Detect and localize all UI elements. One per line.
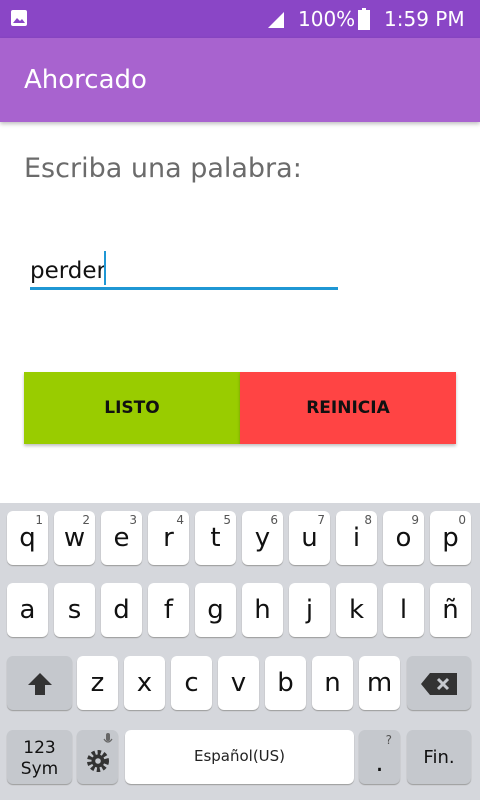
key-label: h [254, 595, 271, 625]
key-i[interactable]: 8i [336, 511, 377, 565]
key-j[interactable]: j [289, 583, 330, 637]
key-label: a [19, 595, 36, 625]
key-v[interactable]: v [218, 656, 259, 710]
key-label: j [305, 595, 314, 625]
done-label: Fin. [423, 747, 455, 768]
image-icon [11, 10, 27, 26]
key-z[interactable]: z [77, 656, 118, 710]
key-p[interactable]: 0p [430, 511, 471, 565]
key-label: q [19, 523, 36, 553]
key-n-tilde[interactable]: ñ [430, 583, 471, 637]
key-q[interactable]: 1q [7, 511, 48, 565]
text-cursor [104, 251, 106, 285]
key-n[interactable]: n [312, 656, 353, 710]
key-label: p [442, 523, 459, 553]
status-bar: 100% 1:59 PM [0, 0, 480, 38]
battery-icon [358, 8, 370, 30]
key-h[interactable]: h [242, 583, 283, 637]
key-y[interactable]: 6y [242, 511, 283, 565]
shift-key[interactable] [7, 656, 72, 710]
key-label: x [136, 668, 153, 698]
key-label: t [210, 523, 221, 553]
key-label: d [113, 595, 130, 625]
key-d[interactable]: d [101, 583, 142, 637]
key-label: w [63, 523, 86, 553]
key-label: ñ [442, 595, 459, 625]
key-label: n [324, 668, 341, 698]
key-label: l [399, 595, 408, 625]
key-label: u [301, 523, 318, 553]
key-r[interactable]: 4r [148, 511, 189, 565]
key-label: y [254, 523, 271, 553]
symbols-key[interactable]: 123 Sym [7, 730, 72, 784]
shift-icon [28, 673, 52, 695]
key-label: g [207, 595, 224, 625]
key-label: m [366, 668, 393, 698]
app-bar: Ahorcado [0, 38, 480, 122]
question-hint-icon: ? [385, 733, 392, 747]
signal-icon [268, 12, 284, 28]
done-key[interactable]: Fin. [407, 730, 471, 784]
backspace-key[interactable] [407, 656, 471, 710]
key-m[interactable]: m [359, 656, 400, 710]
symbols-label-bottom: Sym [20, 759, 59, 779]
key-label: b [277, 668, 294, 698]
key-label: z [90, 668, 105, 698]
symbols-label-top: 123 [23, 738, 56, 758]
key-label: v [230, 668, 247, 698]
key-u[interactable]: 7u [289, 511, 330, 565]
key-g[interactable]: g [195, 583, 236, 637]
key-label: r [163, 523, 174, 553]
prompt-label: Escriba una palabra: [24, 153, 302, 184]
period-key[interactable]: ? . [359, 730, 400, 784]
battery-percent: 100% [298, 7, 356, 31]
settings-key[interactable] [77, 730, 118, 784]
listo-button[interactable]: LISTO [24, 372, 240, 444]
key-label: c [184, 668, 199, 698]
key-label: s [67, 595, 82, 625]
key-t[interactable]: 5t [195, 511, 236, 565]
key-k[interactable]: k [336, 583, 377, 637]
gear-icon [87, 750, 109, 772]
key-s[interactable]: s [54, 583, 95, 637]
key-label: i [352, 523, 361, 553]
keyboard: 1q 2w 3e 4r 5t 6y 7u 8i 9o 0p a s d f g … [0, 503, 480, 800]
backspace-icon [421, 673, 457, 695]
app-title: Ahorcado [24, 65, 147, 95]
key-a[interactable]: a [7, 583, 48, 637]
microphone-icon [103, 733, 113, 743]
reinicia-button[interactable]: REINICIA [240, 372, 456, 444]
key-l[interactable]: l [383, 583, 424, 637]
key-label: k [348, 595, 365, 625]
key-label: . [375, 748, 384, 778]
key-f[interactable]: f [148, 583, 189, 637]
clock: 1:59 PM [384, 7, 465, 31]
space-key[interactable]: Español(US) [125, 730, 354, 784]
key-label: f [163, 595, 174, 625]
key-x[interactable]: x [124, 656, 165, 710]
key-label: e [113, 523, 130, 553]
space-label: Español(US) [193, 747, 286, 765]
key-o[interactable]: 9o [383, 511, 424, 565]
word-input[interactable] [30, 254, 338, 290]
key-c[interactable]: c [171, 656, 212, 710]
key-label: o [395, 523, 412, 553]
key-w[interactable]: 2w [54, 511, 95, 565]
key-b[interactable]: b [265, 656, 306, 710]
key-e[interactable]: 3e [101, 511, 142, 565]
